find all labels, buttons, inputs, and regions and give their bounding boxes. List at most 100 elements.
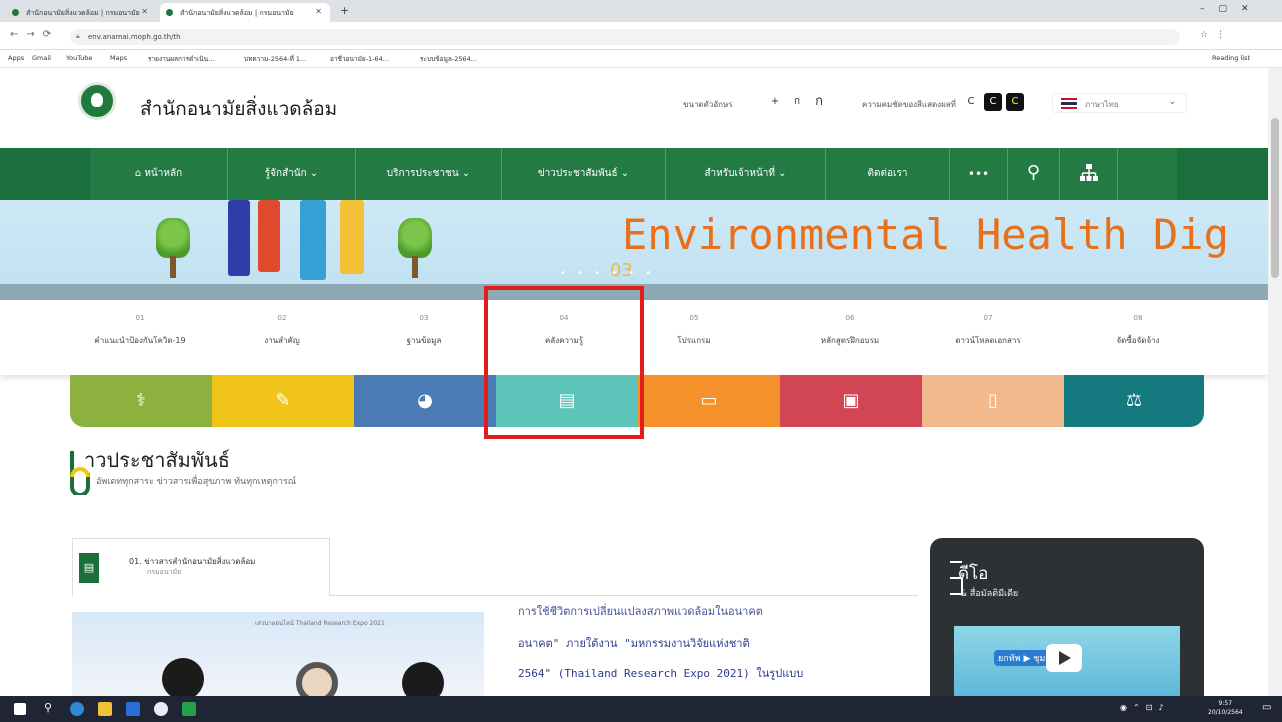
close-tab-icon[interactable]: ✕ bbox=[141, 7, 148, 16]
page-scrollbar[interactable] bbox=[1268, 68, 1282, 696]
hero-banner[interactable]: Environmental Health Dig 03 • • • • • • bbox=[0, 200, 1268, 300]
tile-database[interactable]: 03 ฐานข้อมูล bbox=[360, 314, 488, 364]
tree-illustration bbox=[392, 218, 438, 278]
tile-training[interactable]: 06 หลักสูตรฝึกอบรม bbox=[786, 314, 914, 364]
chevron-down-icon: ⌄ bbox=[1168, 97, 1176, 107]
bookmark-apps[interactable]: Apps bbox=[8, 54, 24, 62]
nav-item-news[interactable]: ข่าวประชาสัมพันธ์ ⌄ bbox=[502, 148, 666, 200]
word-icon[interactable] bbox=[126, 702, 140, 716]
bookmark-item[interactable]: อาชีวอนามัย-1-64... bbox=[330, 54, 389, 64]
news-section-subtitle: อัพเดททุกสาระ ข่าวสารเพื่อสุขภาพ ทันทุกเ… bbox=[96, 477, 297, 487]
search-icon[interactable]: ⚲ bbox=[44, 701, 52, 714]
home-icon: ⌂ bbox=[134, 168, 145, 179]
divider bbox=[330, 595, 918, 596]
banner-headline: Environmental Health Dig bbox=[622, 210, 1229, 259]
bookmark-maps[interactable]: Maps bbox=[110, 54, 127, 62]
bookmarks-bar: Apps Gmail YouTube Maps รายงานผลการดำเนิ… bbox=[0, 50, 1282, 68]
browser-tab-active[interactable]: สำนักอนามัยสิ่งแวดล้อม | กรมอนามัย ✕ bbox=[160, 3, 330, 22]
stethoscope-icon[interactable]: ⚕ bbox=[70, 375, 212, 427]
tile-covid[interactable]: 01 คำแนะนำป้องกันโควิด-19 bbox=[76, 314, 204, 364]
document-icon[interactable]: ▯ bbox=[922, 375, 1064, 427]
bookmark-youtube[interactable]: YouTube bbox=[66, 54, 92, 62]
clock[interactable]: 9:57 20/10/2564 bbox=[1208, 699, 1243, 717]
news-category-sublabel: กรมอนามัย bbox=[147, 568, 182, 576]
person-photo bbox=[296, 662, 338, 696]
nav-item-home[interactable]: ⌂ หน้าหลัก bbox=[90, 148, 228, 200]
nav-item-services[interactable]: บริการประชาชน ⌄ bbox=[356, 148, 502, 200]
video-thumbnail[interactable]: ยกทัพ ▶ ชุมชน bbox=[954, 626, 1180, 696]
nav-item-staff[interactable]: สำหรับเจ้าหน้าที่ ⌄ bbox=[666, 148, 826, 200]
news-excerpt-line[interactable]: อนาคต" ภายใต้งาน "มหกรรมงานวิจัยแห่งชาติ bbox=[518, 634, 750, 652]
font-normal-button[interactable]: ก bbox=[788, 93, 806, 111]
bookmark-item[interactable]: บทความ-2564-ที่ 1... bbox=[244, 54, 306, 64]
bookmark-item[interactable]: รายงานผลการดำเนิน... bbox=[148, 54, 214, 64]
close-tab-icon[interactable]: ✕ bbox=[315, 7, 322, 16]
contrast-yellow-button[interactable]: C bbox=[1006, 93, 1024, 111]
contrast-normal-button[interactable]: C bbox=[962, 93, 980, 111]
scales-icon[interactable]: ⚖ bbox=[1064, 375, 1204, 427]
video-section-title: ดีโอ bbox=[958, 564, 989, 584]
nav-item-about[interactable]: รู้จักสำนัก ⌄ bbox=[228, 148, 356, 200]
browser-tabbar: สำนักอนามัยสิ่งแวดล้อม | กรมอนามัย ✕ สำน… bbox=[0, 0, 1282, 22]
news-image[interactable]: เสวนาออนไลน์ Thailand Research Expo 2021 bbox=[72, 612, 484, 696]
main-nav-inner: ⌂ หน้าหลัก รู้จักสำนัก ⌄ บริการประชาชน ⌄… bbox=[90, 148, 1177, 200]
pie-chart-icon[interactable]: ◕ bbox=[354, 375, 496, 427]
favicon-icon bbox=[12, 9, 19, 16]
chrome-icon[interactable] bbox=[154, 702, 168, 716]
bookmark-gmail[interactable]: Gmail bbox=[32, 54, 51, 62]
reading-list[interactable]: Reading list bbox=[1212, 54, 1250, 62]
person-photo bbox=[402, 662, 444, 696]
system-tray-icons[interactable]: ◉⌃⊡♪ bbox=[1120, 703, 1170, 712]
sitemap-icon[interactable] bbox=[1060, 148, 1118, 200]
highlight-box bbox=[484, 286, 644, 439]
font-increase-button[interactable]: + bbox=[766, 93, 784, 111]
site-header: สำนักอนามัยสิ่งแวดล้อม ขนาดตัวอักษร + ก … bbox=[0, 68, 1268, 148]
news-section-title: าวประชาสัมพันธ์ bbox=[84, 448, 230, 472]
person-illustration bbox=[258, 200, 280, 272]
nav-more-button[interactable]: ••• bbox=[950, 148, 1008, 200]
news-excerpt-line[interactable]: การใช้ชีวิตการเปลี่ยนแปลงสภาพแวดล้อมในอน… bbox=[518, 602, 763, 620]
nav-item-contact[interactable]: ติดต่อเรา bbox=[826, 148, 950, 200]
edge-icon[interactable] bbox=[70, 702, 84, 716]
main-nav: ⌂ หน้าหลัก รู้จักสำนัก ⌄ บริการประชาชน ⌄… bbox=[0, 148, 1268, 200]
video-section-subtitle: & สื่อมัลติมีเดีย bbox=[960, 589, 1019, 599]
windows-taskbar: ⚲ ◉⌃⊡♪ 9:57 20/10/2564 ▭ bbox=[0, 696, 1282, 722]
new-tab-icon[interactable]: + bbox=[340, 4, 349, 17]
search-icon[interactable]: ⚲ bbox=[1008, 148, 1060, 200]
notification-icon[interactable]: ▭ bbox=[1262, 702, 1271, 713]
tile-downloads[interactable]: 07 ดาวน์โหลดเอกสาร bbox=[924, 314, 1052, 364]
person-illustration bbox=[228, 200, 250, 276]
tile-programs[interactable]: 05 โปรแกรม bbox=[630, 314, 758, 364]
font-size-label: ขนาดตัวอักษร bbox=[683, 100, 733, 109]
bookmark-item[interactable]: ระบบข้อมูล-2564... bbox=[420, 54, 477, 64]
thai-flag-icon bbox=[1061, 98, 1077, 109]
language-select[interactable]: ภาษาไทย ⌄ bbox=[1052, 93, 1187, 113]
news-category-tab[interactable]: ▤ 01. ข่าวสารสำนักอนามัยสิ่งแวดล้อม กรมอ… bbox=[72, 538, 330, 596]
browser-tab[interactable]: สำนักอนามัยสิ่งแวดล้อม | กรมอนามัย ✕ bbox=[6, 3, 156, 22]
window-controls[interactable]: –▢✕ bbox=[1200, 4, 1263, 14]
contrast-label: ความคมชัดของสีแสดงผลที่ bbox=[862, 100, 956, 109]
person-illustration bbox=[340, 200, 364, 274]
edit-icon[interactable]: ✎ bbox=[212, 375, 354, 427]
windows-start-icon[interactable] bbox=[14, 703, 26, 715]
scrollbar-thumb[interactable] bbox=[1271, 118, 1279, 278]
app-icon[interactable] bbox=[182, 702, 196, 716]
file-explorer-icon[interactable] bbox=[98, 702, 112, 716]
browser-toolbar-icons[interactable]: ☆⋮ bbox=[1200, 30, 1233, 40]
tile-procurement[interactable]: 08 จัดซื้อจัดจ้าง bbox=[1074, 314, 1202, 364]
play-icon[interactable] bbox=[1046, 644, 1082, 672]
person-photo bbox=[162, 658, 204, 696]
url-field[interactable]: 🔒︎ env.anamai.moph.go.th/th bbox=[70, 29, 1180, 45]
contrast-dark-button[interactable]: C bbox=[984, 93, 1002, 111]
id-card-icon[interactable]: ▣ bbox=[780, 375, 922, 427]
tile-key-works[interactable]: 02 งานสำคัญ bbox=[218, 314, 346, 364]
lock-icon: 🔒︎ bbox=[76, 32, 80, 40]
news-excerpt-line[interactable]: 2564" (Thailand Research Expo 2021) ในรู… bbox=[518, 664, 803, 682]
slide-dots[interactable]: • • • • • • bbox=[560, 268, 655, 279]
laptop-icon[interactable]: ▭ bbox=[638, 375, 780, 427]
news-image-caption: เสวนาออนไลน์ Thailand Research Expo 2021 bbox=[255, 620, 385, 627]
nav-arrows-icon[interactable]: ←→⟳ bbox=[10, 29, 59, 40]
department-logo[interactable] bbox=[78, 82, 116, 120]
font-large-button[interactable]: ก bbox=[810, 93, 828, 111]
site-title[interactable]: สำนักอนามัยสิ่งแวดล้อม bbox=[140, 94, 337, 124]
